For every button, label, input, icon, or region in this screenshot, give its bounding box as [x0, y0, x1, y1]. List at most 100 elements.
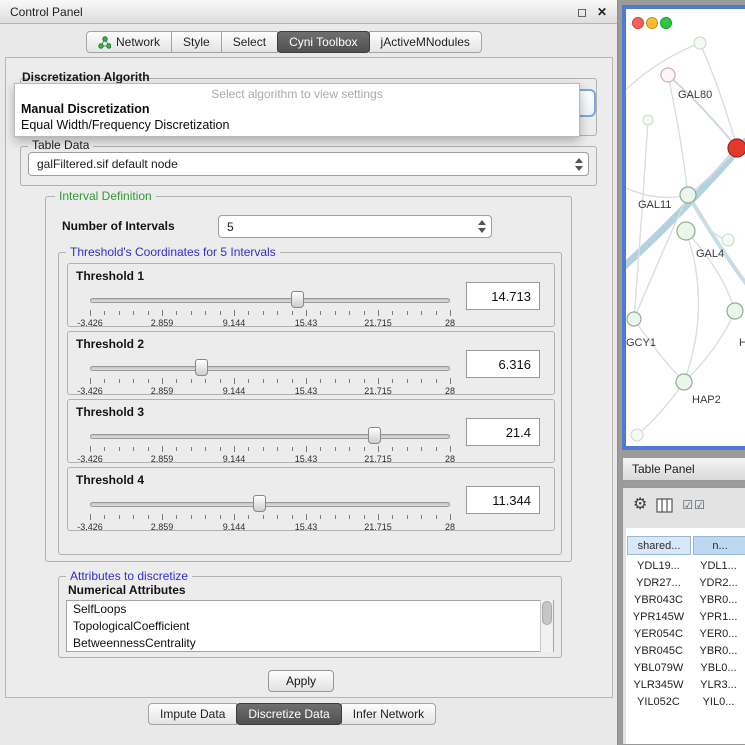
threshold-value-field[interactable]: 21.4: [466, 418, 540, 446]
network-node[interactable]: [661, 68, 675, 82]
table-row[interactable]: YDL19...YDL1...: [627, 557, 745, 574]
network-node[interactable]: [680, 187, 696, 203]
tab-style[interactable]: Style: [171, 31, 222, 53]
tab-impute-data[interactable]: Impute Data: [148, 703, 237, 725]
table-cell[interactable]: YDL1...: [692, 557, 745, 574]
table-data-combo[interactable]: galFiltered.sif default node: [28, 152, 589, 176]
slider-thumb[interactable]: [195, 359, 208, 376]
tab-discretize-data[interactable]: Discretize Data: [236, 703, 341, 725]
tick-label: -3.426: [77, 522, 103, 532]
dropdown-option-equal-width[interactable]: Equal Width/Frequency Discretization: [15, 117, 579, 133]
numerical-attributes-list[interactable]: SelfLoopsTopologicalCoefficientBetweenne…: [66, 600, 554, 652]
table-panel-titlebar[interactable]: Table Panel: [622, 457, 745, 481]
table-cell[interactable]: YIL0...: [692, 693, 745, 710]
table-cell[interactable]: YER0...: [692, 625, 745, 642]
table-header-cell[interactable]: shared...: [627, 536, 691, 555]
table-cell[interactable]: YLR345W: [627, 676, 690, 693]
tick-mark: [234, 310, 235, 316]
threshold-slider[interactable]: -3.4262.8599.14415.4321.71528: [90, 494, 450, 530]
table-cell[interactable]: YIL052C: [627, 693, 690, 710]
slider-track[interactable]: [90, 298, 450, 303]
tick-label: 15.43: [295, 454, 318, 464]
control-panel-titlebar[interactable]: Control Panel ◻ ✕: [0, 0, 617, 24]
table-panel-title: Table Panel: [632, 462, 695, 476]
list-scrollbar[interactable]: [540, 600, 553, 652]
tab-label: Network: [116, 35, 160, 49]
table-cell[interactable]: YBR045C: [627, 642, 690, 659]
threshold-slider[interactable]: -3.4262.8599.14415.4321.71528: [90, 426, 450, 462]
gear-icon[interactable]: ⚙: [633, 497, 647, 513]
tick-label: -3.426: [77, 454, 103, 464]
mac-minimize-button[interactable]: [646, 17, 658, 29]
tab-infer-network[interactable]: Infer Network: [341, 703, 436, 725]
number-of-intervals-combo[interactable]: 5: [218, 215, 492, 238]
table-row[interactable]: YBL079WYBL0...: [627, 659, 745, 676]
table-row[interactable]: YPR145WYPR1...: [627, 608, 745, 625]
network-node[interactable]: [627, 312, 641, 326]
tick-mark: [450, 310, 451, 316]
tick-mark: [436, 515, 437, 519]
list-item[interactable]: BetweennessCentrality: [67, 635, 553, 652]
threshold-value-field[interactable]: 6.316: [466, 350, 540, 378]
network-edge: [634, 319, 684, 382]
network-node[interactable]: [694, 37, 706, 49]
table-cell[interactable]: YBL0...: [692, 659, 745, 676]
slider-thumb[interactable]: [253, 495, 266, 512]
close-icon[interactable]: ✕: [597, 6, 607, 18]
tick-mark: [335, 311, 336, 315]
columns-icon[interactable]: [656, 498, 673, 513]
network-node[interactable]: [631, 429, 643, 441]
slider-track[interactable]: [90, 366, 450, 371]
network-node[interactable]: [677, 222, 695, 240]
threshold-value-field[interactable]: 11.344: [466, 486, 540, 514]
table-cell[interactable]: YDR27...: [627, 574, 690, 591]
network-node[interactable]: [727, 303, 743, 319]
list-item[interactable]: SelfLoops: [67, 601, 553, 618]
minimize-icon[interactable]: ◻: [577, 6, 587, 18]
table-cell[interactable]: YBL079W: [627, 659, 690, 676]
table-row[interactable]: YER054CYER0...: [627, 625, 745, 642]
tab-cyni-toolbox[interactable]: Cyni Toolbox: [277, 31, 369, 53]
network-node[interactable]: [676, 374, 692, 390]
apply-button[interactable]: Apply: [268, 670, 334, 692]
select-columns-icon[interactable]: ☑☑: [682, 499, 706, 511]
threshold-slider[interactable]: -3.4262.8599.14415.4321.71528: [90, 290, 450, 326]
tab-select[interactable]: Select: [221, 31, 278, 53]
table-cell[interactable]: YPR145W: [627, 608, 690, 625]
list-scrollbar-thumb[interactable]: [542, 601, 552, 625]
table-cell[interactable]: YBR0...: [692, 642, 745, 659]
table-row[interactable]: YLR345WYLR3...: [627, 676, 745, 693]
tick-mark: [407, 447, 408, 451]
table-row[interactable]: YIL052CYIL0...: [627, 693, 745, 710]
tick-mark: [133, 311, 134, 315]
mac-close-button[interactable]: [632, 17, 644, 29]
network-node[interactable]: [643, 115, 653, 125]
network-canvas[interactable]: GAL80GAL11GAL4GCY1HAP2H: [626, 35, 745, 446]
network-node[interactable]: [722, 234, 734, 246]
threshold-slider[interactable]: -3.4262.8599.14415.4321.71528: [90, 358, 450, 394]
mac-zoom-button[interactable]: [660, 17, 672, 29]
slider-thumb[interactable]: [291, 291, 304, 308]
table-row[interactable]: YDR27...YDR2...: [627, 574, 745, 591]
table-cell[interactable]: YBR0...: [692, 591, 745, 608]
slider-thumb[interactable]: [368, 427, 381, 444]
table-cell[interactable]: YDL19...: [627, 557, 690, 574]
slider-track[interactable]: [90, 502, 450, 507]
table-row[interactable]: YBR045CYBR0...: [627, 642, 745, 659]
table-cell[interactable]: YLR3...: [692, 676, 745, 693]
slider-track[interactable]: [90, 434, 450, 439]
tab-network[interactable]: Network: [86, 31, 172, 53]
threshold-value-field[interactable]: 14.713: [466, 282, 540, 310]
tab-jactivemnodules[interactable]: jActiveMNodules: [369, 31, 482, 53]
table-cell[interactable]: YPR1...: [692, 608, 745, 625]
tick-mark: [450, 514, 451, 520]
table-cell[interactable]: YDR2...: [692, 574, 745, 591]
network-node[interactable]: [728, 139, 745, 157]
table-header-cell[interactable]: n...: [693, 536, 745, 555]
table-cell[interactable]: YBR043C: [627, 591, 690, 608]
dropdown-option-manual-discretization[interactable]: Manual Discretization: [15, 101, 579, 117]
list-item[interactable]: TopologicalCoefficient: [67, 618, 553, 635]
table-cell[interactable]: YER054C: [627, 625, 690, 642]
table-row[interactable]: YBR043CYBR0...: [627, 591, 745, 608]
tick-mark: [104, 311, 105, 315]
